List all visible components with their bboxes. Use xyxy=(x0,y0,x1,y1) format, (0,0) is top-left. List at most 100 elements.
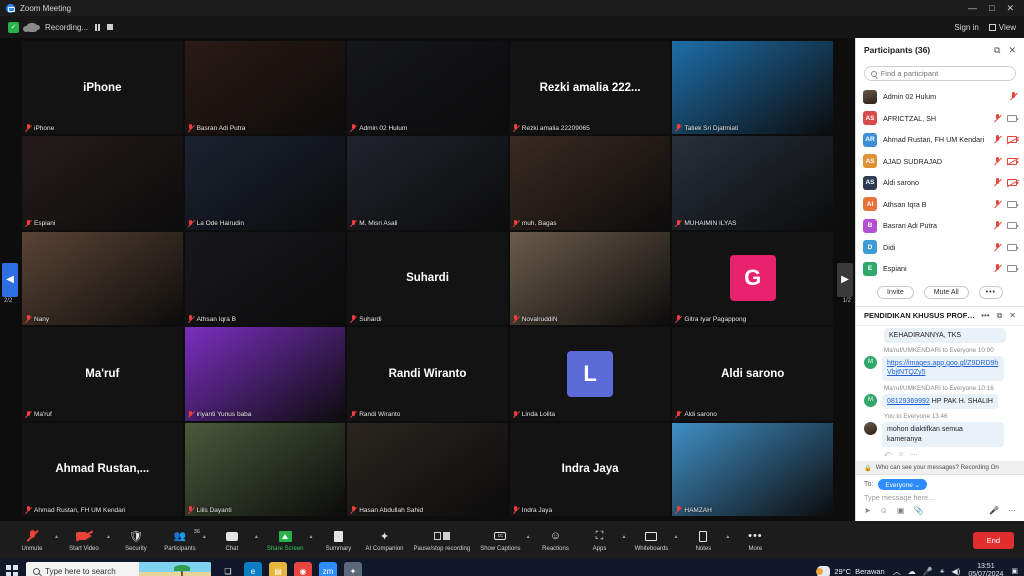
chat-close-icon[interactable]: ✕ xyxy=(1009,311,1016,321)
chat-message-input[interactable]: Type message here... xyxy=(864,493,1016,502)
toolbar-button-whiteboards[interactable]: Whiteboards xyxy=(629,529,673,552)
chat-settings-icon[interactable]: ⋯ xyxy=(1008,506,1016,515)
reply-icon[interactable]: ⤺ xyxy=(884,451,891,459)
task-view-icon[interactable]: ❑ xyxy=(219,562,237,576)
participant-row[interactable]: Admin 02 Hulum xyxy=(856,86,1024,108)
video-tile[interactable]: MUHAIMIN ILYAS xyxy=(672,136,833,230)
video-tile[interactable]: Hasan Abdullah Sahid xyxy=(347,422,508,516)
video-tile[interactable]: Randi Wiranto Randi Wiranto xyxy=(347,327,508,421)
video-tile[interactable]: Indra Jaya Indra Jaya xyxy=(509,422,671,516)
chevron-up-icon[interactable]: ▲ xyxy=(622,529,627,540)
video-tile[interactable]: La Ode Hairudin xyxy=(184,136,346,230)
send-arrow-icon[interactable]: ➤ xyxy=(864,506,871,515)
chat-message-list[interactable]: KEHADIRANNYA, TKS Ma'ruf/UMKENDARI to Eve… xyxy=(856,326,1024,462)
video-tile[interactable]: Lilis Dayanti xyxy=(184,422,346,516)
video-tile[interactable]: Tatiek Sri Djatmiati xyxy=(672,41,833,135)
zoom-icon[interactable]: zm xyxy=(319,562,337,576)
video-tile[interactable]: NovalruddiN xyxy=(509,231,671,326)
chevron-up-icon[interactable]: ▲ xyxy=(673,529,678,540)
camera-off-icon[interactable] xyxy=(1007,136,1019,144)
maximize-button[interactable]: □ xyxy=(989,3,994,14)
video-tile[interactable]: Athsan Iqra B xyxy=(184,231,346,326)
participant-search-input[interactable] xyxy=(880,69,1009,78)
taskbar-clock[interactable]: 13:51 05/07/2024 xyxy=(968,563,1003,576)
video-tile[interactable]: Ahmad Rustan,... Ahmad Rustan, FH UM Kend… xyxy=(22,422,183,516)
chat-recipient-select[interactable]: Everyone ⌄ xyxy=(878,479,928,490)
camera-icon[interactable] xyxy=(1007,265,1019,273)
video-tile[interactable]: HAMZAH xyxy=(672,422,833,516)
participant-row[interactable]: AS Aldi sarono xyxy=(856,172,1024,194)
video-tile[interactable]: Espiani xyxy=(22,136,183,230)
file-explorer-icon[interactable]: ▤ xyxy=(269,562,287,576)
volume-icon[interactable]: ◀) xyxy=(952,567,961,576)
participant-row[interactable]: D Didi xyxy=(856,237,1024,259)
camera-off-icon[interactable] xyxy=(1007,179,1019,187)
camera-icon[interactable] xyxy=(1007,200,1019,208)
video-tile[interactable]: Basran Adi Putra xyxy=(184,41,346,135)
toolbar-button-ai-companion[interactable]: ✦ AI Companion xyxy=(360,529,408,552)
toolbar-button-show-captions[interactable]: cc Show Captions xyxy=(475,529,525,552)
mute-all-button[interactable]: Mute All xyxy=(923,285,969,299)
video-tile[interactable]: iPhone iPhone xyxy=(22,41,183,135)
start-button[interactable] xyxy=(6,565,18,576)
stop-recording-button[interactable] xyxy=(106,24,113,30)
mic-off-icon[interactable] xyxy=(994,264,1001,273)
chat-popout-icon[interactable]: ⧉ xyxy=(997,311,1003,321)
camera-off-icon[interactable] xyxy=(1007,157,1019,165)
participant-row[interactable]: AS AJAD SUDRAJAD xyxy=(856,151,1024,173)
toolbar-button-participants[interactable]: 36 👥 Participants xyxy=(158,529,202,552)
camera-icon[interactable] xyxy=(1007,243,1019,251)
mic-off-icon[interactable] xyxy=(994,199,1001,209)
video-tile[interactable]: Suhardi Suhardi xyxy=(347,231,508,326)
mic-off-icon[interactable] xyxy=(994,156,1001,166)
mic-tray-icon[interactable]: 🎤 xyxy=(923,567,933,576)
screenshot-icon[interactable]: ▣ xyxy=(897,506,905,515)
participant-row[interactable]: AR Ahmad Rustan, FH UM Kendari xyxy=(856,129,1024,151)
minimize-button[interactable]: — xyxy=(968,3,977,14)
video-tile[interactable]: muh. Bagas xyxy=(509,136,671,230)
toolbar-button-notes[interactable]: Notes xyxy=(681,529,725,552)
chat-link[interactable]: 08129369992 xyxy=(887,398,930,405)
toolbar-button-pause-stop-recording[interactable]: Pause/stop recording xyxy=(409,529,476,552)
encryption-shield-icon[interactable]: ✓ xyxy=(8,21,19,33)
camera-icon[interactable] xyxy=(1007,114,1019,122)
toolbar-button-more[interactable]: ••• More xyxy=(733,529,777,552)
next-page-button[interactable]: ▶ xyxy=(837,262,853,297)
chevron-up-icon[interactable]: ▲ xyxy=(309,529,314,540)
video-tile[interactable]: L Linda Lolita xyxy=(509,327,671,421)
sign-in-button[interactable]: Sign in xyxy=(954,23,978,32)
toolbar-button-chat[interactable]: Chat xyxy=(210,529,254,552)
participant-search-box[interactable] xyxy=(864,66,1016,81)
emoji-icon[interactable]: ☺ xyxy=(880,506,888,515)
video-tile[interactable]: Ma'ruf Ma'ruf xyxy=(22,327,183,421)
pause-recording-button[interactable] xyxy=(95,23,100,31)
end-meeting-button[interactable]: End xyxy=(972,531,1014,549)
windows-search-box[interactable]: Type here to search xyxy=(26,562,211,576)
chevron-up-icon[interactable]: ▲ xyxy=(202,529,207,540)
chevron-up-icon[interactable]: ▲ xyxy=(254,529,259,540)
video-tile[interactable]: G Gitra Iyar Pagappong xyxy=(672,231,833,326)
weather-widget[interactable]: 29°C Berawan xyxy=(816,565,885,576)
chrome-icon[interactable]: ◉ xyxy=(294,562,312,576)
prev-page-button[interactable]: ◀ xyxy=(2,262,18,297)
network-icon[interactable]: ⚹ xyxy=(940,566,945,576)
video-tile[interactable]: Nany xyxy=(22,231,183,326)
participant-row[interactable]: AS AFRICTZAL, SH xyxy=(856,108,1024,130)
participants-popout-icon[interactable]: ⧉ xyxy=(994,45,1000,56)
mic-off-icon[interactable] xyxy=(994,135,1001,144)
camera-icon[interactable] xyxy=(1007,222,1019,230)
chevron-up-icon[interactable]: ▲ xyxy=(106,529,111,540)
toolbar-button-unmute[interactable]: Unmute xyxy=(10,529,54,552)
video-tile[interactable]: Admin 02 Hulum xyxy=(347,41,508,135)
video-tile[interactable]: Rezki amalia 222... Rezki amalia 22209065 xyxy=(509,41,671,135)
chat-more-icon[interactable]: ••• xyxy=(981,311,989,321)
invite-button[interactable]: Invite xyxy=(877,285,914,299)
chat-link[interactable]: https://images.app.goo.gl/Z9DRD9hVbjtNTQ… xyxy=(887,360,998,376)
mic-off-icon[interactable] xyxy=(994,178,1001,187)
toolbar-button-security[interactable]: 🛡 Security xyxy=(114,529,158,552)
audio-message-icon[interactable]: 🎤 xyxy=(989,506,999,515)
toolbar-button-reactions[interactable]: ☺ Reactions xyxy=(534,529,578,552)
view-button[interactable]: View xyxy=(988,23,1016,32)
edge-icon[interactable]: e xyxy=(244,562,262,576)
chevron-up-icon[interactable]: ▲ xyxy=(725,529,730,540)
